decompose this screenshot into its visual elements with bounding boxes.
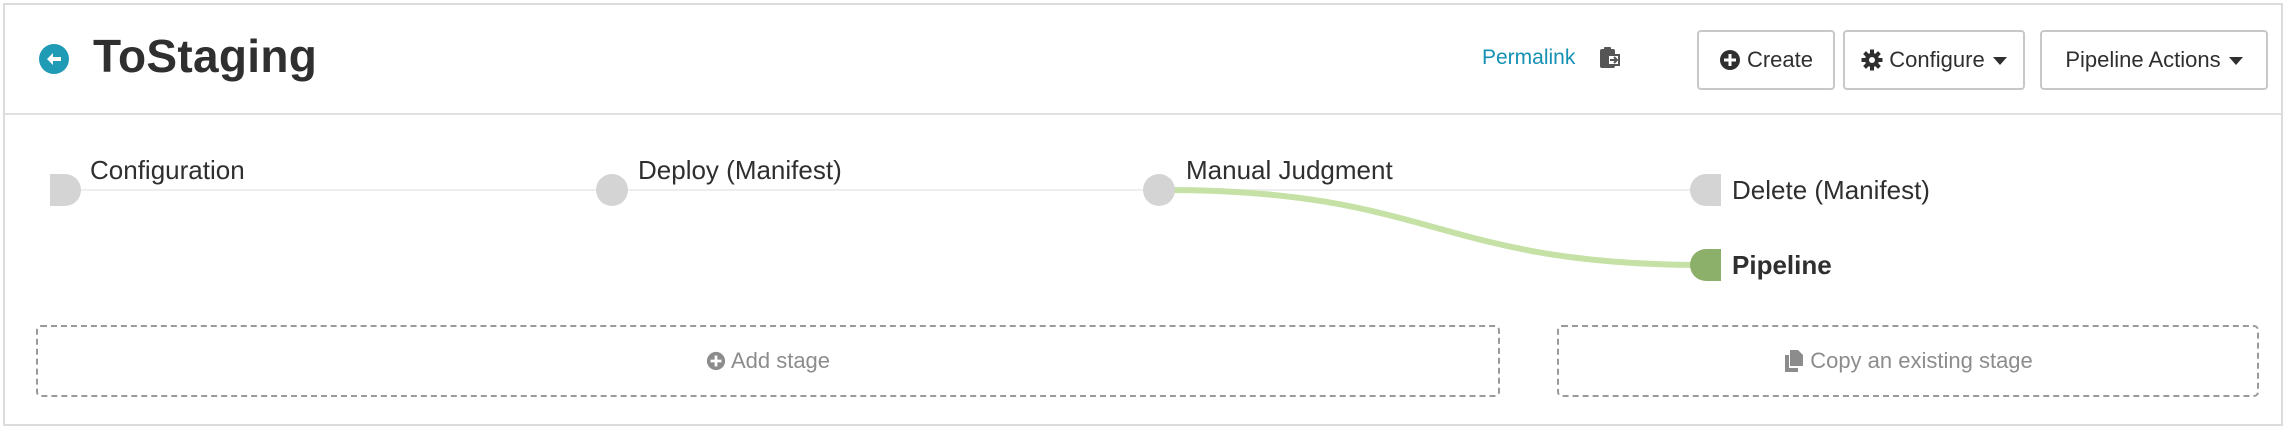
active-path-connector <box>1164 187 1706 268</box>
pipeline-actions-button-label: Pipeline Actions <box>2065 47 2221 72</box>
pipeline-config-panel: ToStaging Permalink Create Configure Pip… <box>3 3 2283 426</box>
permalink-link[interactable]: Permalink <box>1482 46 1575 70</box>
stage-node-configuration[interactable] <box>50 174 81 206</box>
copy-files-icon <box>1783 349 1805 373</box>
pipeline-graph: Configuration Deploy (Manifest) Manual J… <box>5 115 2281 305</box>
create-button[interactable]: Create <box>1697 30 1835 90</box>
pipeline-header: ToStaging Permalink Create Configure Pip… <box>5 5 2281 115</box>
plus-circle-icon <box>706 351 726 371</box>
add-stage-button[interactable]: Add stage <box>36 325 1500 397</box>
pipeline-title: ToStaging <box>93 30 318 82</box>
back-arrow-icon[interactable] <box>39 44 69 74</box>
create-button-label: Create <box>1746 47 1814 72</box>
copy-existing-stage-button[interactable]: Copy an existing stage <box>1557 325 2259 397</box>
stage-label-configuration[interactable]: Configuration <box>90 155 245 186</box>
stage-node-pipeline[interactable] <box>1690 249 1721 281</box>
stage-label-deploy[interactable]: Deploy (Manifest) <box>638 155 842 186</box>
caret-down-icon <box>1992 57 2007 65</box>
plus-circle-icon <box>1719 49 1741 71</box>
stage-node-delete[interactable] <box>1690 174 1721 206</box>
add-stage-label: Add stage <box>730 348 831 373</box>
stage-label-delete[interactable]: Delete (Manifest) <box>1732 175 1930 206</box>
gear-icon <box>1861 49 1883 71</box>
copy-stage-label: Copy an existing stage <box>1810 348 2033 373</box>
configure-button-label: Configure <box>1889 47 1985 72</box>
caret-down-icon <box>2228 57 2243 65</box>
configure-dropdown-button[interactable]: Configure <box>1843 30 2025 90</box>
stage-label-pipeline[interactable]: Pipeline <box>1732 250 1832 281</box>
copy-to-clipboard-icon[interactable] <box>1597 45 1621 76</box>
pipeline-actions-dropdown-button[interactable]: Pipeline Actions <box>2040 30 2268 90</box>
pipeline-graph-canvas <box>50 174 1721 281</box>
stage-label-manual-judgment[interactable]: Manual Judgment <box>1186 155 1393 186</box>
stage-node-manual-judgment[interactable] <box>1143 174 1175 206</box>
stage-node-deploy[interactable] <box>596 174 628 206</box>
